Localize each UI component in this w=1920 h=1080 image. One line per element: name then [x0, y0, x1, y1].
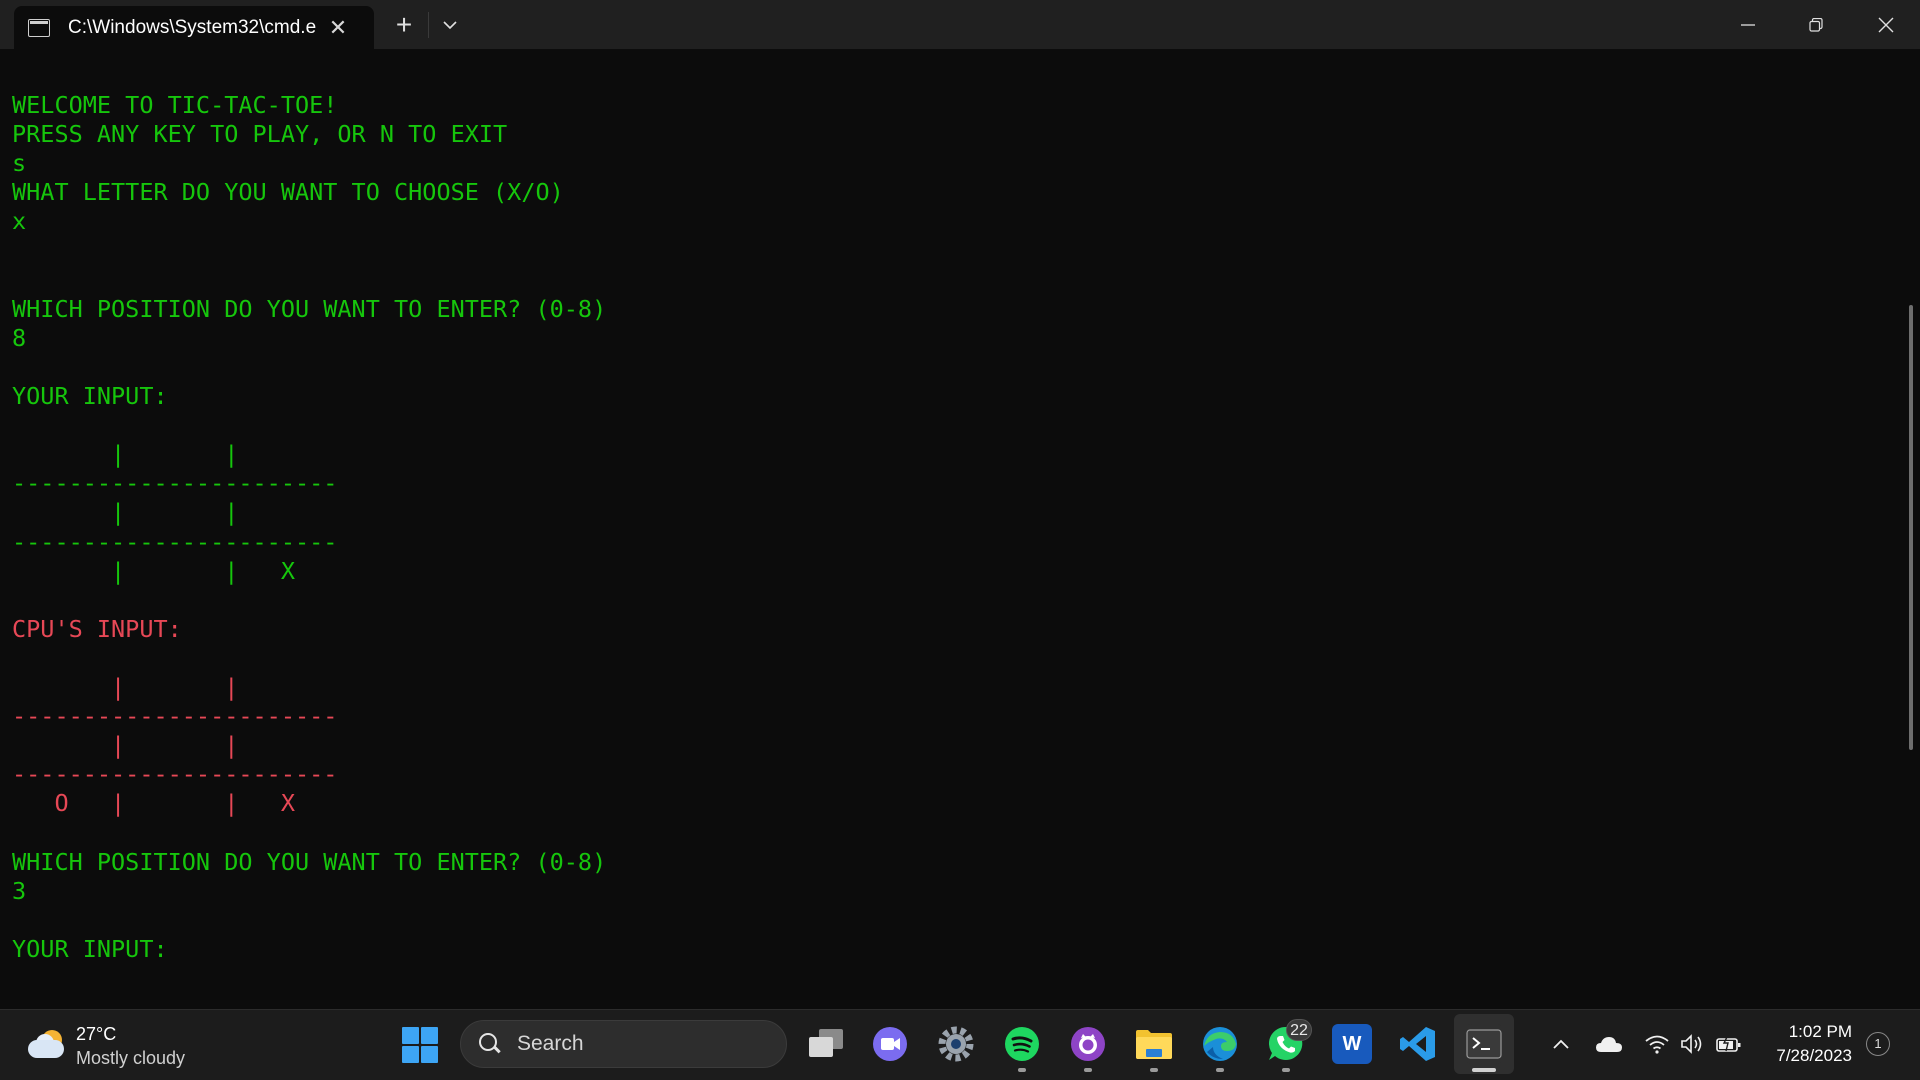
- weather-temp: 27°C: [76, 1024, 117, 1044]
- show-hidden-icons-button[interactable]: [1546, 1028, 1576, 1060]
- terminal-line: 8: [12, 323, 27, 352]
- search-icon: [479, 1033, 501, 1055]
- terminal-line: -----------------------: [12, 760, 338, 789]
- terminal-line: 3: [12, 876, 27, 905]
- terminal-line: | | X: [12, 556, 295, 585]
- gear-icon: [938, 1026, 974, 1062]
- search-placeholder: Search: [517, 1032, 584, 1055]
- terminal-tab[interactable]: C:\Windows\System32\cmd.e ✕: [14, 6, 374, 49]
- terminal-line: WELCOME TO TIC-TAC-TOE!: [12, 91, 338, 119]
- restore-button[interactable]: [1788, 0, 1844, 49]
- weather-condition: Mostly cloudy: [76, 1048, 186, 1068]
- github-running-indicator: [1084, 1068, 1092, 1072]
- clock-time: 1:02 PM: [1788, 1022, 1852, 1041]
- terminal-button[interactable]: [1464, 1024, 1504, 1064]
- wifi-button[interactable]: [1642, 1028, 1672, 1060]
- spotify-button[interactable]: [1002, 1024, 1042, 1064]
- spotify-running-indicator: [1018, 1068, 1026, 1072]
- edge-button[interactable]: [1200, 1024, 1240, 1064]
- new-tab-button[interactable]: +: [388, 0, 420, 49]
- restore-icon: [1809, 17, 1823, 32]
- edge-icon: [1203, 1027, 1237, 1061]
- task-view-icon: [809, 1029, 843, 1057]
- chevron-down-icon: [443, 20, 457, 29]
- taskbar-search[interactable]: Search: [460, 1020, 787, 1068]
- terminal-line: | |: [12, 498, 239, 527]
- minimize-icon: [1741, 23, 1755, 26]
- terminal-line: | |: [12, 731, 239, 760]
- title-bar: C:\Windows\System32\cmd.e ✕ +: [0, 0, 1920, 49]
- file-explorer-button[interactable]: [1134, 1024, 1174, 1064]
- tab-title: C:\Windows\System32\cmd.e: [68, 16, 317, 38]
- volume-button[interactable]: [1678, 1028, 1708, 1060]
- terminal-output[interactable]: WELCOME TO TIC-TAC-TOE! PRESS ANY KEY TO …: [0, 49, 1920, 1009]
- vscode-icon: [1400, 1027, 1435, 1061]
- terminal-line: WHAT LETTER DO YOU WANT TO CHOOSE (X/O): [12, 178, 564, 207]
- close-icon: [1878, 17, 1894, 32]
- terminal-scrollbar[interactable]: [1909, 305, 1913, 750]
- notification-badge[interactable]: 1: [1866, 1032, 1890, 1056]
- word-button[interactable]: W: [1332, 1024, 1372, 1064]
- edge-running-indicator: [1216, 1068, 1224, 1072]
- terminal-line: WHICH POSITION DO YOU WANT TO ENTER? (0-…: [12, 294, 607, 323]
- clock-date: 7/28/2023: [1776, 1046, 1852, 1065]
- volume-icon: [1681, 1034, 1702, 1054]
- whatsapp-unread-badge: 22: [1286, 1019, 1312, 1041]
- video-chat-icon: [873, 1027, 907, 1061]
- battery-button[interactable]: [1714, 1028, 1744, 1060]
- terminal-line: -----------------------: [12, 702, 338, 731]
- settings-button[interactable]: [936, 1024, 976, 1064]
- tab-dropdown-button[interactable]: [436, 0, 464, 49]
- close-window-button[interactable]: [1858, 0, 1914, 49]
- terminal-line: O | | X: [12, 789, 295, 818]
- onedrive-cloud-icon: [1596, 1037, 1622, 1052]
- wifi-icon: [1645, 1035, 1669, 1054]
- mostly-cloudy-icon: [26, 1028, 66, 1064]
- github-desktop-button[interactable]: [1068, 1024, 1108, 1064]
- terminal-line: x: [12, 207, 27, 236]
- chevron-up-icon: [1553, 1039, 1569, 1049]
- terminal-line: -----------------------: [12, 469, 338, 498]
- battery-charging-icon: [1716, 1035, 1741, 1052]
- cmd-icon: [28, 18, 50, 37]
- start-button[interactable]: [402, 1027, 438, 1063]
- task-view-button[interactable]: [806, 1024, 846, 1064]
- vscode-button[interactable]: [1398, 1024, 1438, 1064]
- terminal-line: | |: [12, 440, 239, 469]
- terminal-line: | |: [12, 673, 239, 701]
- terminal-line: PRESS ANY KEY TO PLAY, OR N TO EXIT: [12, 120, 508, 149]
- word-icon: W: [1342, 1032, 1362, 1055]
- tab-close-icon[interactable]: ✕: [326, 15, 350, 41]
- github-icon: [1071, 1027, 1105, 1061]
- terminal-line: WHICH POSITION DO YOU WANT TO ENTER? (0-…: [12, 847, 607, 876]
- terminal-active-indicator: [1472, 1068, 1496, 1072]
- minimize-button[interactable]: [1720, 0, 1776, 49]
- terminal-line: YOUR INPUT:: [12, 934, 168, 963]
- terminal-line: CPU'S INPUT:: [12, 614, 182, 643]
- terminal-line: YOUR INPUT:: [12, 382, 168, 410]
- teams-meet-button[interactable]: [870, 1024, 910, 1064]
- terminal-line: -----------------------: [12, 527, 338, 556]
- folder-icon: [1136, 1030, 1172, 1059]
- weather-widget[interactable]: 27°C Mostly cloudy: [26, 1022, 185, 1070]
- taskbar-clock[interactable]: 1:02 PM 7/28/2023: [1742, 1020, 1852, 1068]
- onedrive-button[interactable]: [1594, 1028, 1624, 1060]
- terminal-line: s: [12, 149, 27, 178]
- explorer-running-indicator: [1150, 1068, 1158, 1072]
- spotify-icon: [1005, 1027, 1039, 1061]
- terminal-icon: [1466, 1029, 1502, 1059]
- tab-divider: [428, 12, 429, 38]
- whatsapp-running-indicator: [1282, 1068, 1290, 1072]
